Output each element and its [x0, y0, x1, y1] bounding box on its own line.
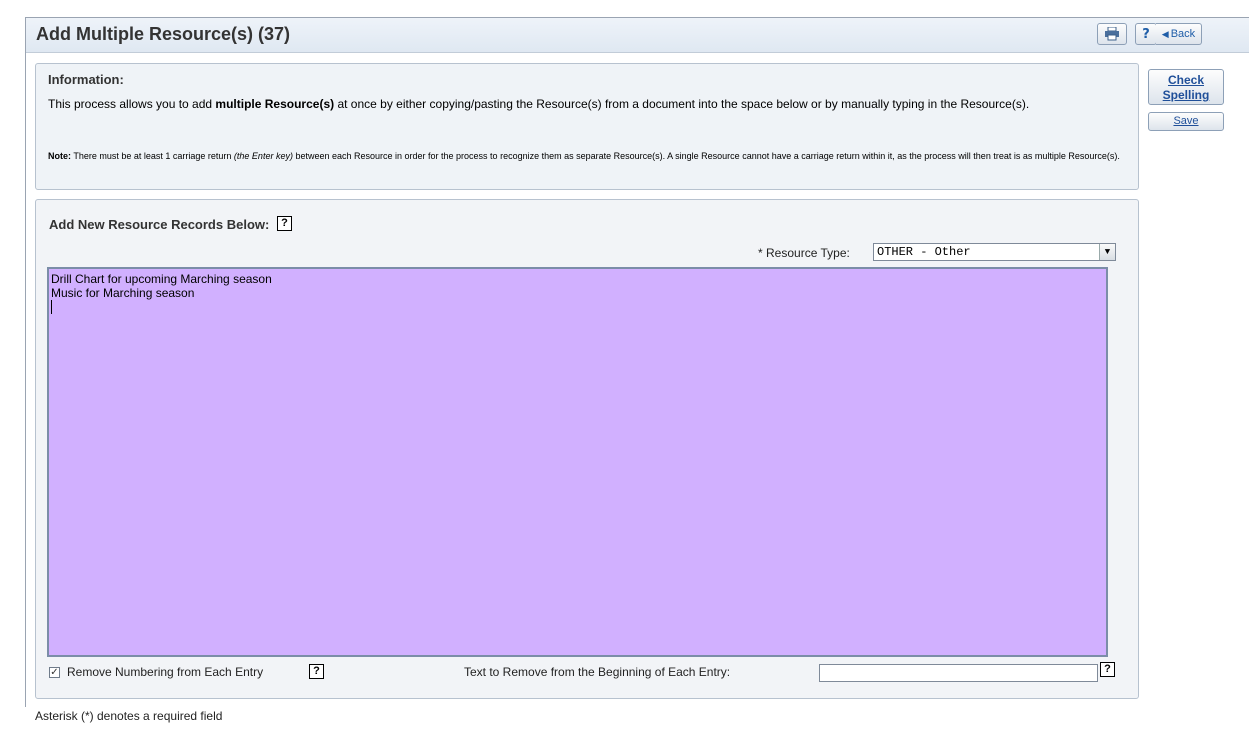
- note-label: Note:: [48, 151, 71, 161]
- records-heading: Add New Resource Records Below: ?: [49, 216, 292, 233]
- title-bar: Add Multiple Resource(s) (37) ? ◀ Back: [26, 18, 1249, 53]
- information-text: This process allows you to add multiple …: [48, 96, 1128, 112]
- note-suffix: between each Resource in order for the p…: [292, 151, 1120, 161]
- check-spelling-button[interactable]: Check Spelling: [1148, 69, 1224, 105]
- entry-options-row: ✓ Remove Numbering from Each Entry ? Tex…: [49, 662, 1129, 685]
- back-button[interactable]: ◀ Back: [1156, 23, 1202, 45]
- entry-line: Music for Marching season: [51, 286, 195, 300]
- entry-line: Drill Chart for upcoming Marching season: [51, 272, 272, 286]
- printer-icon: [1105, 27, 1119, 41]
- save-button[interactable]: Save: [1148, 112, 1224, 131]
- resource-type-value: OTHER - Other: [877, 245, 971, 259]
- note-italic: (the Enter key): [233, 151, 293, 161]
- required-field-note: Asterisk (*) denotes a required field: [35, 709, 223, 723]
- note-prefix: There must be at least 1 carriage return: [71, 151, 234, 161]
- resource-type-select[interactable]: OTHER - Other ▼: [873, 243, 1116, 261]
- main-window: Add Multiple Resource(s) (37) ? ◀ Back I…: [25, 17, 1249, 707]
- remove-numbering-checkbox[interactable]: ✓: [49, 667, 60, 678]
- text-caret: [51, 300, 1104, 317]
- back-arrow-icon: ◀: [1161, 28, 1169, 39]
- resource-type-label: * Resource Type:: [758, 246, 850, 260]
- check-spelling-label-line2: Spelling: [1162, 88, 1210, 102]
- checkbox-icon: ✓: [50, 667, 59, 678]
- resource-entries-textarea[interactable]: Drill Chart for upcoming Marching season…: [47, 267, 1108, 657]
- records-panel: Add New Resource Records Below: ? * Reso…: [35, 199, 1139, 699]
- strip-text-help-icon[interactable]: ?: [1100, 662, 1115, 677]
- records-help-icon[interactable]: ?: [276, 216, 292, 232]
- print-button[interactable]: [1097, 23, 1127, 45]
- information-panel: Information: This process allows you to …: [35, 63, 1139, 190]
- info-text-bold: multiple Resource(s): [215, 97, 335, 111]
- remove-numbering-label: Remove Numbering from Each Entry: [67, 665, 264, 679]
- info-text-prefix: This process allows you to add: [48, 97, 216, 111]
- help-button[interactable]: ?: [1135, 23, 1157, 45]
- help-icon: ?: [1142, 26, 1150, 42]
- page-title: Add Multiple Resource(s) (37): [36, 24, 291, 44]
- strip-text-input[interactable]: [819, 664, 1098, 682]
- records-heading-label: Add New Resource Records Below:: [49, 217, 270, 232]
- information-heading: Information:: [48, 72, 124, 87]
- check-spelling-label-line1: Check: [1167, 73, 1205, 87]
- remove-numbering-help-icon[interactable]: ?: [309, 664, 324, 679]
- info-text-suffix: at once by either copying/pasting the Re…: [334, 97, 1030, 111]
- back-label: Back: [1170, 28, 1196, 40]
- strip-text-label: Text to Remove from the Beginning of Eac…: [464, 665, 731, 679]
- dropdown-arrow-icon[interactable]: ▼: [1099, 244, 1115, 260]
- information-note: Note: There must be at least 1 carriage …: [48, 150, 1123, 162]
